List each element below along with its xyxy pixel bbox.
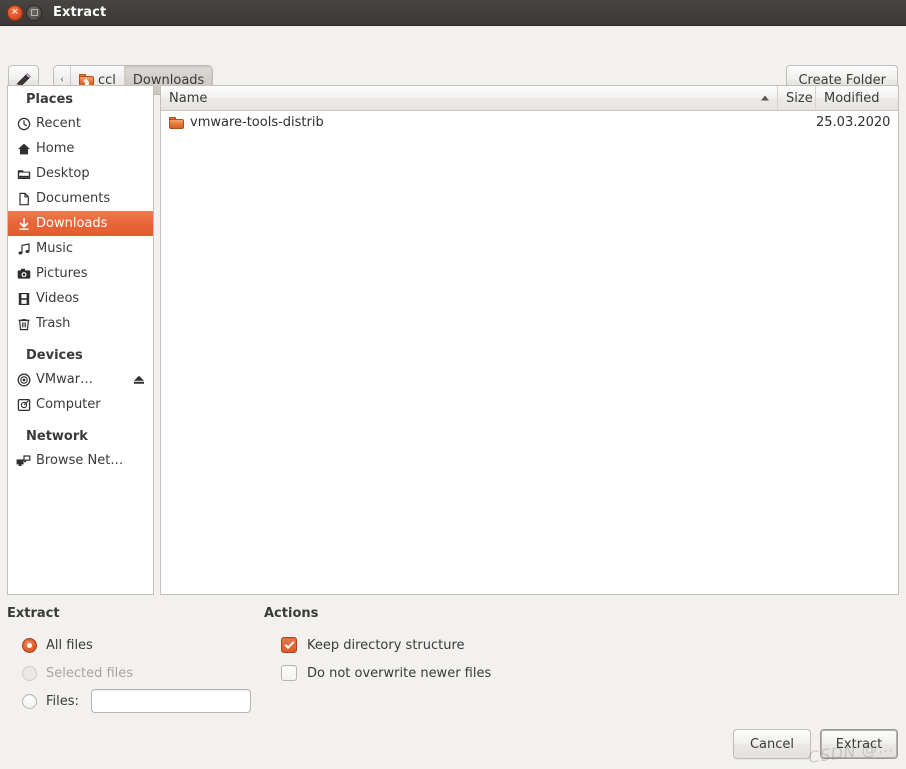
close-window-button[interactable]: × (7, 4, 23, 21)
sidebar-item-label: Desktop (36, 166, 90, 181)
checkbox-do-not-overwrite-newer-files-indicator (281, 665, 297, 681)
sort-ascending-icon (761, 95, 769, 101)
folder-icon (169, 116, 184, 129)
file-list-panel: Name Size Modified vmware-tools-distrib … (160, 85, 899, 595)
disc-icon (15, 373, 32, 387)
column-header-label: Size (786, 90, 813, 106)
extract-dialog-window: × Extract ‹ ccl Downloads Create Folder … (0, 0, 906, 769)
radio-files-label: Files: (46, 693, 79, 709)
clock-icon (15, 117, 32, 131)
sidebar-item-browse-network[interactable]: Browse Net… (8, 448, 153, 473)
actions-options-title: Actions (264, 606, 319, 621)
extract-button-label: Extract (835, 736, 883, 752)
sidebar-item-documents[interactable]: Documents (8, 186, 153, 211)
network-icon (15, 454, 32, 468)
checkbox-do-not-overwrite-newer-files[interactable]: Do not overwrite newer files (264, 659, 594, 687)
column-header-label: Name (169, 90, 208, 106)
radio-selected-files-indicator (22, 665, 37, 681)
sidebar-item-downloads[interactable]: Downloads (8, 211, 153, 236)
sidebar-item-label: Music (36, 241, 73, 256)
file-name-label: vmware-tools-distrib (190, 114, 324, 130)
eject-icon[interactable] (134, 375, 144, 384)
sidebar-section-places: Places (26, 92, 74, 107)
column-header-modified[interactable]: Modified (816, 86, 898, 110)
camera-icon (15, 267, 32, 281)
checkbox-keep-directory-structure-label: Keep directory structure (307, 637, 465, 653)
toolbar: ‹ ccl Downloads Create Folder (0, 26, 906, 95)
sidebar-item-trash[interactable]: Trash (8, 311, 153, 336)
files-input[interactable] (90, 689, 251, 713)
sidebar-item-pictures[interactable]: Pictures (8, 261, 153, 286)
extract-button[interactable]: Extract (820, 729, 898, 759)
dialog-button-bar: Cancel Extract (733, 729, 898, 759)
music-note-icon (15, 242, 32, 256)
extract-options-title: Extract (7, 606, 60, 621)
column-header-size[interactable]: Size (778, 86, 816, 110)
file-list-header: Name Size Modified (161, 86, 898, 111)
sidebar-item-music[interactable]: Music (8, 236, 153, 261)
cancel-button-label: Cancel (749, 736, 795, 752)
close-icon: × (11, 7, 19, 17)
sidebar-item-label: Trash (36, 316, 71, 331)
sidebar-item-computer[interactable]: Computer (8, 392, 153, 417)
radio-all-files-label: All files (46, 637, 93, 653)
radio-files[interactable]: Files: (7, 687, 257, 715)
title-bar: × Extract (0, 0, 906, 26)
sidebar-section-network: Network (26, 429, 88, 444)
sidebar-item-label: Pictures (36, 266, 88, 281)
download-arrow-icon (15, 217, 32, 231)
checkbox-do-not-overwrite-newer-files-label: Do not overwrite newer files (307, 665, 492, 681)
maximize-icon (30, 9, 38, 16)
sidebar-item-label: Downloads (36, 216, 108, 231)
trash-icon (15, 317, 32, 331)
sidebar-item-recent[interactable]: Recent (8, 111, 153, 136)
sidebar-item-label: Browse Net… (36, 453, 124, 468)
sidebar-item-label: Home (36, 141, 75, 156)
sidebar-item-label: Computer (36, 397, 101, 412)
places-sidebar: Places Recent Home Desktop Documents Dow… (7, 85, 154, 595)
checkbox-keep-directory-structure[interactable]: Keep directory structure (264, 631, 594, 659)
radio-all-files-indicator (22, 637, 37, 653)
sidebar-item-vmware-drive[interactable]: VMwar… (8, 367, 153, 392)
radio-files-indicator (22, 693, 37, 709)
table-row[interactable]: vmware-tools-distrib 25.03.2020 (161, 111, 898, 133)
maximize-window-button[interactable] (26, 4, 42, 21)
file-modified-cell: 25.03.2020 (816, 114, 891, 130)
sidebar-item-desktop[interactable]: Desktop (8, 161, 153, 186)
radio-all-files[interactable]: All files (7, 631, 257, 659)
checkbox-keep-directory-structure-indicator (281, 637, 297, 653)
sidebar-item-videos[interactable]: Videos (8, 286, 153, 311)
actions-options-group: Actions Keep directory structure Do not … (264, 606, 594, 687)
sidebar-item-label: VMwar… (36, 372, 94, 387)
desktop-folder-icon (15, 167, 32, 181)
computer-icon (15, 398, 32, 412)
column-header-name[interactable]: Name (161, 86, 778, 110)
radio-selected-files: Selected files (7, 659, 257, 687)
chevron-left-icon: ‹ (60, 75, 64, 85)
film-icon (15, 292, 32, 306)
sidebar-item-home[interactable]: Home (8, 136, 153, 161)
sidebar-section-devices: Devices (26, 348, 83, 363)
document-icon (15, 192, 32, 206)
column-header-label: Modified (824, 90, 880, 106)
sidebar-item-label: Recent (36, 116, 81, 131)
extract-options-group: Extract All files Selected files Files: (7, 606, 257, 715)
sidebar-item-label: Documents (36, 191, 111, 206)
radio-selected-files-label: Selected files (46, 665, 134, 681)
sidebar-item-label: Videos (36, 291, 80, 306)
cancel-button[interactable]: Cancel (733, 729, 811, 759)
file-name-cell: vmware-tools-distrib (161, 115, 778, 130)
window-title: Extract (53, 5, 107, 20)
home-icon (15, 142, 32, 156)
